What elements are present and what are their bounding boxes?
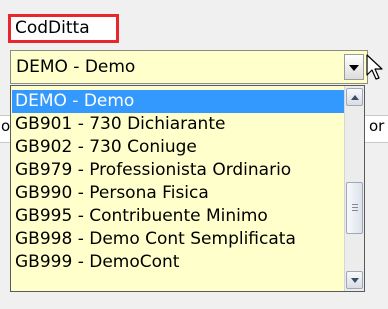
grip-line-icon [352, 204, 358, 205]
vertical-scrollbar[interactable] [344, 86, 364, 291]
window: { "field": { "label": "CodDitta", "selec… [0, 0, 388, 309]
grip-line-icon [352, 207, 358, 208]
coditta-combobox[interactable]: DEMO - Demo [10, 50, 368, 84]
options-list: DEMO - Demo GB901 - 730 Dichiarante GB90… [12, 90, 344, 274]
coditta-label: CodDitta [8, 14, 119, 43]
list-item-gb990[interactable]: GB990 - Persona Fisica [12, 182, 344, 205]
dropdown-toggle-button[interactable] [344, 54, 364, 80]
scroll-thumb[interactable] [346, 182, 363, 234]
list-item-gb901[interactable]: GB901 - 730 Dichiarante [12, 113, 344, 136]
list-item-demo[interactable]: DEMO - Demo [12, 90, 344, 113]
list-item-gb998[interactable]: GB998 - Demo Cont Semplificata [12, 228, 344, 251]
dropdown-list[interactable]: DEMO - Demo GB901 - 730 Dichiarante GB90… [10, 85, 365, 292]
chevron-down-icon [349, 65, 359, 71]
scroll-down-button[interactable] [346, 271, 363, 289]
list-item-gb995[interactable]: GB995 - Contribuente Minimo [12, 205, 344, 228]
combobox-selected-value: DEMO - Demo [16, 57, 136, 77]
scroll-down-arrow-icon [351, 278, 359, 283]
scroll-up-arrow-icon [351, 95, 359, 100]
scroll-up-button[interactable] [346, 88, 363, 106]
mouse-pointer-icon [366, 54, 383, 80]
background-text-left: o [1, 117, 11, 135]
list-item-gb999[interactable]: GB999 - DemoCont [12, 251, 344, 274]
window-background-bottom [0, 292, 388, 309]
list-item-gb902[interactable]: GB902 - 730 Coniuge [12, 136, 344, 159]
grip-line-icon [352, 210, 358, 211]
list-item-gb979[interactable]: GB979 - Professionista Ordinario [12, 159, 344, 182]
background-text-right: or [369, 117, 385, 135]
